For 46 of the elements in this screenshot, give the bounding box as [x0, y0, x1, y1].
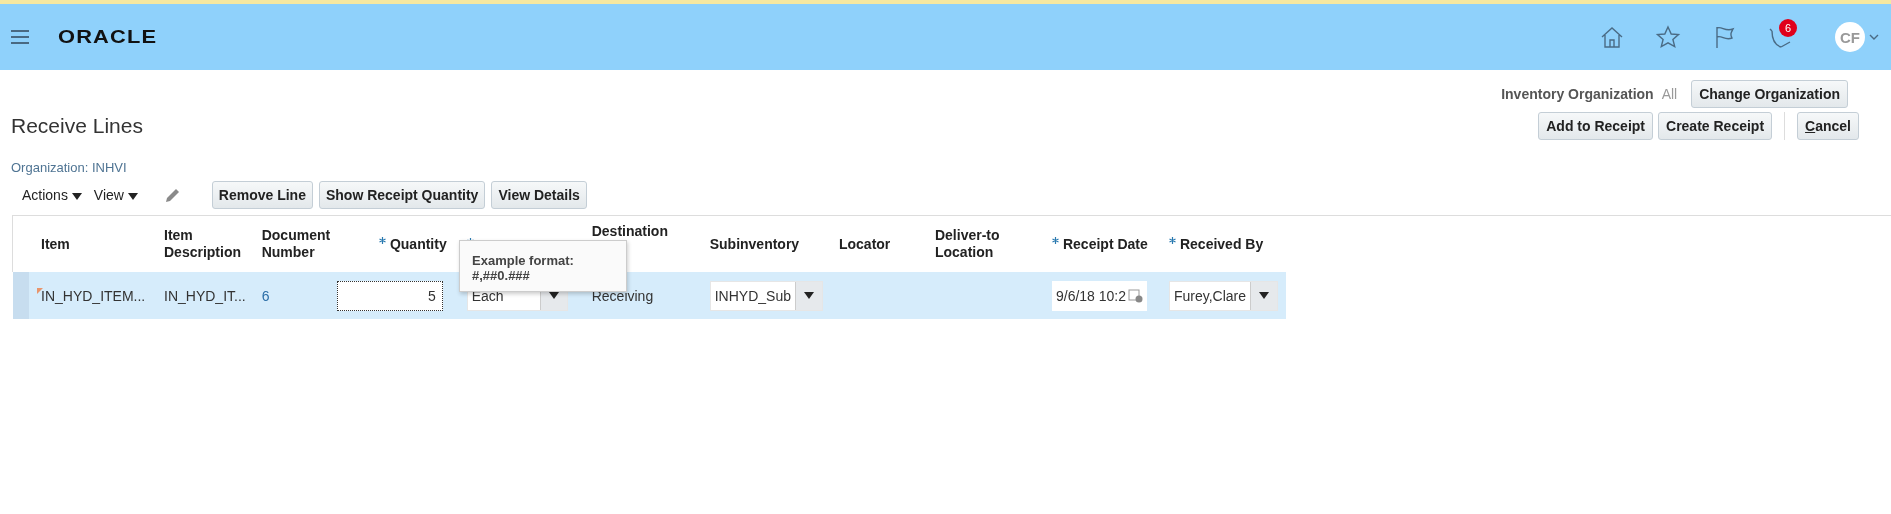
star-icon[interactable]: [1655, 25, 1681, 49]
tooltip-format: #,##0.###: [472, 268, 531, 283]
action-button[interactable]: Cancel: [1797, 112, 1859, 140]
chevron-down-icon[interactable]: [1869, 33, 1879, 41]
tooltip-title: Example format:: [472, 253, 575, 268]
column-header[interactable]: Quantity: [389, 235, 447, 253]
date-field[interactable]: 9/6/18 10:2: [1051, 280, 1148, 311]
column-header[interactable]: Destination: [591, 222, 668, 240]
toolbar-button[interactable]: Show Receipt Quantity: [318, 181, 486, 209]
quantity-input[interactable]: 5: [336, 280, 443, 311]
column-header[interactable]: Deliver-to Location: [934, 227, 1036, 261]
toolbar-menu[interactable]: View: [93, 187, 138, 203]
calendar-icon[interactable]: [1128, 288, 1144, 303]
corner-flag-icon: [37, 287, 43, 294]
column-header[interactable]: Received By: [1179, 235, 1264, 253]
table-cell: IN_HYD_IT...: [164, 287, 246, 304]
toolbar-menu[interactable]: Actions: [22, 187, 82, 203]
column-header[interactable]: Item Description: [164, 227, 246, 261]
menu-icon[interactable]: [10, 29, 30, 45]
edit-icon[interactable]: [163, 186, 182, 204]
action-button[interactable]: Add to Receipt: [1538, 112, 1653, 140]
toolbar-button[interactable]: View Details: [491, 181, 587, 209]
organization-label: Organization: INHVI: [11, 160, 128, 175]
logo[interactable]: ORACLE: [58, 26, 158, 48]
caret-icon[interactable]: [1259, 292, 1270, 299]
toolbar-button[interactable]: Remove Line: [211, 181, 313, 209]
select-field[interactable]: Furey,Clare: [1168, 280, 1279, 311]
home-icon[interactable]: [1599, 25, 1625, 49]
inventory-organization-label: Inventory Organization: [1501, 86, 1654, 102]
column-header[interactable]: Item: [41, 235, 70, 253]
caret-icon[interactable]: [71, 192, 82, 200]
action-button[interactable]: Create Receipt: [1658, 112, 1773, 140]
column-header[interactable]: Receipt Date: [1062, 235, 1148, 253]
change-organization-button[interactable]: Change Organization: [1691, 80, 1848, 108]
table-cell: IN_HYD_ITEM...: [41, 287, 146, 304]
column-header[interactable]: Subinventory: [709, 235, 800, 253]
notification-badge: 6: [1779, 19, 1797, 37]
select-field[interactable]: INHYD_Sub: [709, 280, 823, 311]
document-link[interactable]: 6: [261, 287, 270, 304]
column-header[interactable]: Document Number: [261, 227, 341, 261]
caret-icon[interactable]: [127, 192, 138, 200]
page-title: Receive Lines: [11, 114, 143, 138]
inventory-organization-value: All: [1661, 86, 1678, 102]
table-cell: Receiving: [591, 287, 654, 304]
caret-icon[interactable]: [803, 292, 814, 299]
column-header[interactable]: Locator: [838, 235, 891, 253]
